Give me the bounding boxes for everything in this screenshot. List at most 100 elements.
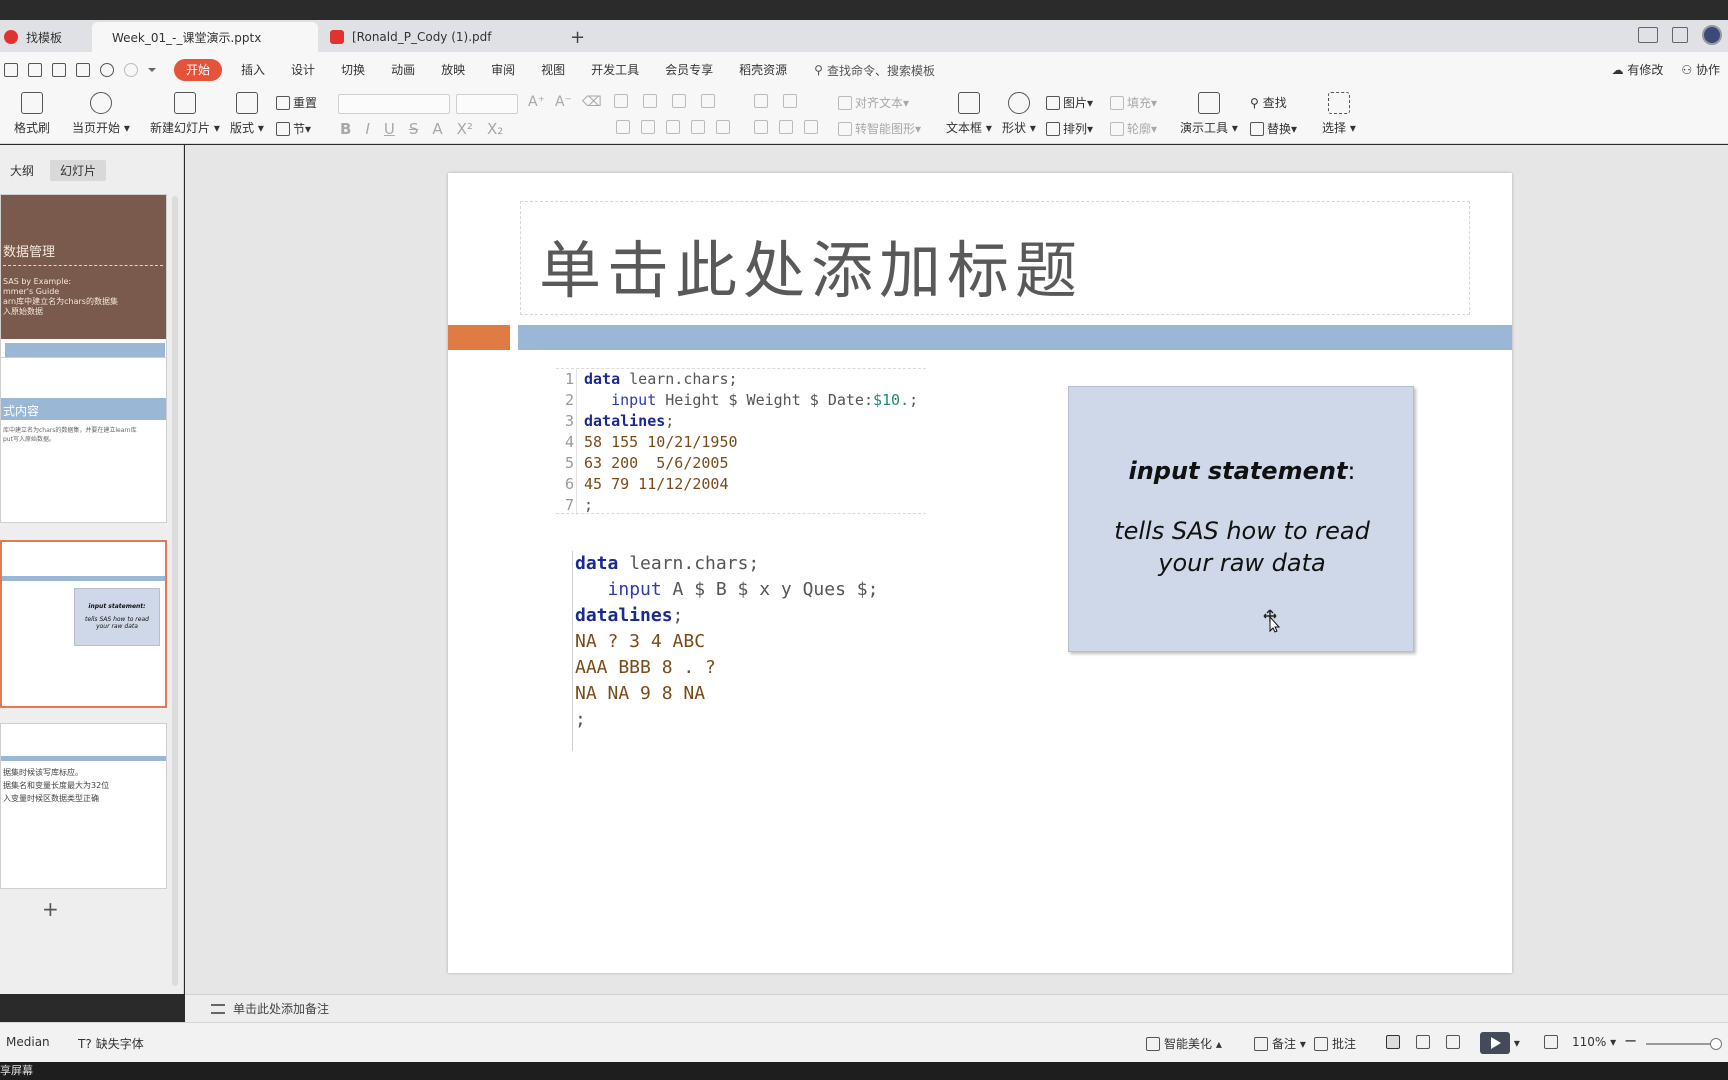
tab-templates[interactable]: 找模板 xyxy=(0,22,92,52)
modified-status-button[interactable]: ☁ 有修改 xyxy=(1612,61,1664,78)
outline-button[interactable]: 轮廓 ▾ xyxy=(1110,120,1157,137)
zoom-out-button[interactable]: − xyxy=(1624,1031,1637,1050)
new-tab-button[interactable]: + xyxy=(558,22,597,52)
textbox-button[interactable]: 文本框 ▾ xyxy=(946,92,992,136)
menu-design[interactable]: 设计 xyxy=(278,59,328,81)
picture-button[interactable]: 图片 ▾ xyxy=(1046,94,1093,111)
menu-developer[interactable]: 开发工具 xyxy=(578,59,652,81)
layout-button[interactable]: 版式 ▾ xyxy=(230,92,264,136)
menu-transition[interactable]: 切换 xyxy=(328,59,378,81)
play-current-button[interactable]: 当页开始 ▾ xyxy=(72,92,130,136)
input-statement-callout[interactable]: input statement: tells SAS how to read y… xyxy=(1068,386,1414,652)
start-slideshow-button[interactable]: ▾ xyxy=(1480,1032,1520,1054)
command-search[interactable]: ⚲ 查找命令、搜索模板 xyxy=(814,62,935,79)
text-direction-icon[interactable] xyxy=(754,94,768,108)
normal-view-icon[interactable] xyxy=(1386,1035,1400,1049)
reading-view-icon[interactable] xyxy=(1446,1035,1460,1049)
notes-toggle-button[interactable]: 备注 ▾ xyxy=(1254,1035,1306,1052)
font-color-button[interactable]: A xyxy=(432,120,442,138)
print-icon[interactable] xyxy=(52,63,66,77)
zoom-slider[interactable] xyxy=(1646,1038,1722,1050)
italic-button[interactable]: I xyxy=(365,120,369,138)
tab-slides[interactable]: 幻灯片 xyxy=(50,160,107,181)
paragraph-spacing-icon[interactable] xyxy=(804,120,818,134)
theme-name[interactable]: Median xyxy=(6,1035,50,1049)
superscript-button[interactable]: X² xyxy=(457,120,473,138)
find-button[interactable]: ⚲ 查找 xyxy=(1250,94,1287,111)
arrange-button[interactable]: 排列 ▾ xyxy=(1046,120,1093,137)
zoom-slider-handle[interactable] xyxy=(1710,1038,1722,1050)
distribute-icon[interactable] xyxy=(716,120,730,134)
zoom-level[interactable]: 110% ▾ xyxy=(1572,1035,1616,1049)
reset-button[interactable]: 重置 xyxy=(276,94,317,111)
menu-insert[interactable]: 插入 xyxy=(228,59,278,81)
avatar[interactable] xyxy=(1702,25,1722,45)
fill-button[interactable]: 填充 ▾ xyxy=(1110,94,1157,111)
menu-slideshow[interactable]: 放映 xyxy=(428,59,478,81)
menu-member[interactable]: 会员专享 xyxy=(652,59,726,81)
window-layout-icon[interactable] xyxy=(1638,27,1658,43)
view-switcher xyxy=(1386,1035,1464,1049)
clear-format-icon[interactable]: ⌫ xyxy=(582,94,602,110)
section-button[interactable]: 节 ▾ xyxy=(276,120,311,137)
line-spacing-icon[interactable] xyxy=(783,94,797,108)
align-center-icon[interactable] xyxy=(641,120,655,134)
smart-beautify-button[interactable]: 智能美化 ▴ xyxy=(1146,1035,1222,1052)
redo-icon[interactable] xyxy=(124,63,138,77)
fit-window-button[interactable] xyxy=(1544,1035,1562,1049)
slide-thumbnail-4[interactable]: 据集时候该写库标应。 据集名和变量长度最大为32位 入变量时候区数据类型正确 xyxy=(0,723,167,889)
subscript-button[interactable]: X₂ xyxy=(487,120,503,138)
justify-icon[interactable] xyxy=(691,120,705,134)
bold-button[interactable]: B xyxy=(340,120,351,138)
preview-icon[interactable] xyxy=(76,63,90,77)
apps-grid-icon[interactable] xyxy=(1672,27,1688,43)
menu-home[interactable]: 开始 xyxy=(174,59,223,81)
strikethrough-button[interactable]: S xyxy=(409,120,419,138)
align-text-button[interactable]: 对齐文本 ▾ xyxy=(838,94,909,111)
export-icon[interactable] xyxy=(28,63,42,77)
save-icon[interactable] xyxy=(4,63,18,77)
presenter-tools-button[interactable]: 演示工具 ▾ xyxy=(1180,92,1238,136)
increase-font-icon[interactable]: A⁺ xyxy=(528,94,545,110)
decrease-font-icon[interactable]: A⁻ xyxy=(555,94,572,110)
tab-pptx-document[interactable]: Week_01_-_课堂演示.pptx xyxy=(92,22,318,52)
replace-button[interactable]: 替换 ▾ xyxy=(1250,120,1297,137)
format-painter-button[interactable]: 格式刷 xyxy=(14,92,50,136)
column-spacing-icon[interactable] xyxy=(754,120,768,134)
select-button[interactable]: 选择 ▾ xyxy=(1322,92,1356,136)
indent-increase-icon[interactable] xyxy=(701,94,715,108)
code-block-numbered[interactable]: 1 data learn.chars; 2 input Height $ Weigh… xyxy=(556,368,926,515)
font-family-select[interactable] xyxy=(338,94,450,114)
comment-button[interactable]: 批注 xyxy=(1314,1035,1356,1052)
font-size-select[interactable] xyxy=(456,94,518,114)
code-block-example[interactable]: data learn.chars; input A $ B $ x y Ques… xyxy=(572,551,932,751)
tab-outline[interactable]: 大纲 xyxy=(0,160,44,181)
tab-pdf-document[interactable]: [Ronald_P_Cody (1).pdf xyxy=(318,22,558,52)
underline-button[interactable]: U xyxy=(384,120,395,138)
slide-thumbnail-1[interactable]: 数据管理 SAS by Example: mmer's Guide arn库中建… xyxy=(0,194,167,360)
notes-pane[interactable]: 单击此处添加备注 xyxy=(185,994,1728,1022)
menu-view[interactable]: 视图 xyxy=(528,59,578,81)
smart-art-button[interactable]: 转智能图形 ▾ xyxy=(838,120,921,137)
menu-docer[interactable]: 稻壳资源 xyxy=(726,59,800,81)
align-right-icon[interactable] xyxy=(666,120,680,134)
numbering-icon[interactable] xyxy=(643,94,657,108)
align-left-icon[interactable] xyxy=(616,120,630,134)
title-placeholder[interactable]: 单击此处添加标题 xyxy=(520,201,1470,315)
add-slide-button[interactable]: + xyxy=(42,897,59,921)
chevron-down-icon[interactable] xyxy=(148,68,156,76)
shape-button[interactable]: 形状 ▾ xyxy=(1002,92,1036,136)
slide-sorter-icon[interactable] xyxy=(1416,1035,1430,1049)
indent-decrease-icon[interactable] xyxy=(672,94,686,108)
missing-fonts-button[interactable]: T? 缺失字体 xyxy=(78,1035,144,1052)
slide-thumbnail-3[interactable]: input statement: tells SAS how to read y… xyxy=(0,540,167,708)
bullets-icon[interactable] xyxy=(614,94,628,108)
undo-icon[interactable] xyxy=(100,63,114,77)
menu-review[interactable]: 审阅 xyxy=(478,59,528,81)
thumbnail-scrollbar[interactable] xyxy=(172,196,178,986)
new-slide-button[interactable]: 新建幻灯片 ▾ xyxy=(150,92,220,136)
row-spacing-icon[interactable] xyxy=(779,120,793,134)
menu-animation[interactable]: 动画 xyxy=(378,59,428,81)
collaborate-button[interactable]: ⚇ 协作 xyxy=(1681,61,1720,78)
slide-thumbnail-2[interactable]: 式内容 库中建立名为chars的数据集，并要在建立learn库 put写入原始数… xyxy=(0,357,167,523)
